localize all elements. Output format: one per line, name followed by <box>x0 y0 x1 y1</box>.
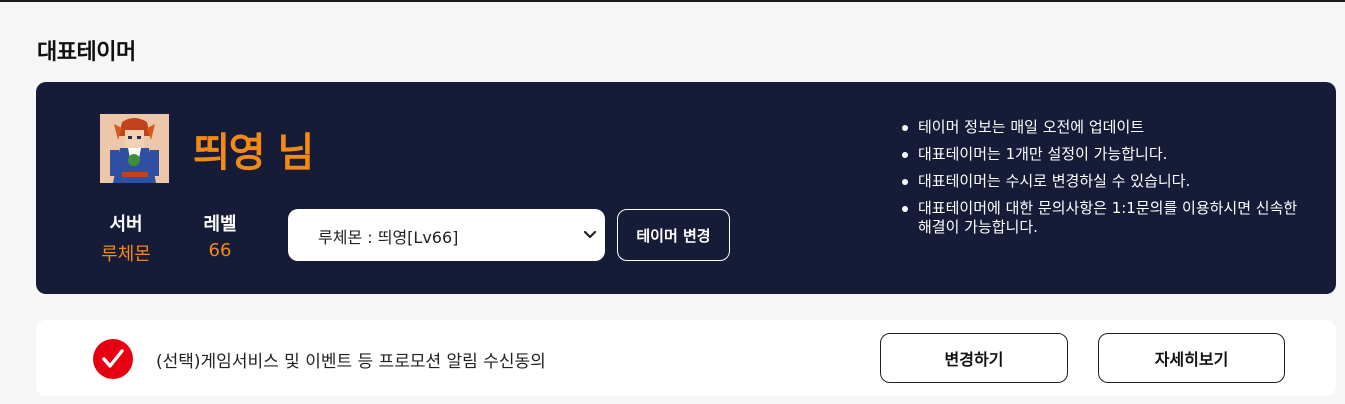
tamer-select-value: 루체몬 : 띄영[Lv66] <box>318 228 459 247</box>
section-title: 대표테이머 <box>37 40 136 65</box>
tamer-select[interactable]: 루체몬 : 띄영[Lv66] <box>288 209 605 261</box>
check-circle-icon <box>93 339 133 379</box>
character-name: 띄영 님 <box>193 130 314 176</box>
level-value: 66 <box>208 240 232 261</box>
change-consent-button[interactable]: 변경하기 <box>880 333 1068 383</box>
notice-item: 대표테이머는 1개만 설정이 가능합니다. <box>900 145 1300 164</box>
chevron-down-icon <box>581 225 599 243</box>
server-stat: 서버 루체몬 <box>91 210 161 266</box>
change-tamer-button[interactable]: 테이머 변경 <box>617 209 730 261</box>
top-divider <box>0 0 1345 2</box>
level-stat: 레벨 66 <box>187 210 253 261</box>
notice-item: 대표테이머에 대한 문의사항은 1:1문의를 이용하시면 신속한 해결이 가능합… <box>900 199 1300 237</box>
notice-list: 테이머 정보는 매일 오전에 업데이트 대표테이머는 1개만 설정이 가능합니다… <box>900 118 1300 245</box>
character-avatar <box>100 114 169 183</box>
representative-tamer-card: 띄영 님 서버 루체몬 레벨 66 루체몬 : 띄영[Lv66] 테이머 변경 … <box>36 82 1336 294</box>
promotion-consent-card: (선택)게임서비스 및 이벤트 등 프로모션 알림 수신동의 변경하기 자세히보… <box>36 320 1336 396</box>
notice-item: 테이머 정보는 매일 오전에 업데이트 <box>900 118 1300 137</box>
notice-item: 대표테이머는 수시로 변경하실 수 있습니다. <box>900 172 1300 191</box>
level-label: 레벨 <box>203 214 237 235</box>
server-label: 서버 <box>109 214 143 235</box>
view-details-button[interactable]: 자세히보기 <box>1098 333 1285 383</box>
consent-text: (선택)게임서비스 및 이벤트 등 프로모션 알림 수신동의 <box>156 352 546 372</box>
server-value: 루체몬 <box>101 244 151 265</box>
